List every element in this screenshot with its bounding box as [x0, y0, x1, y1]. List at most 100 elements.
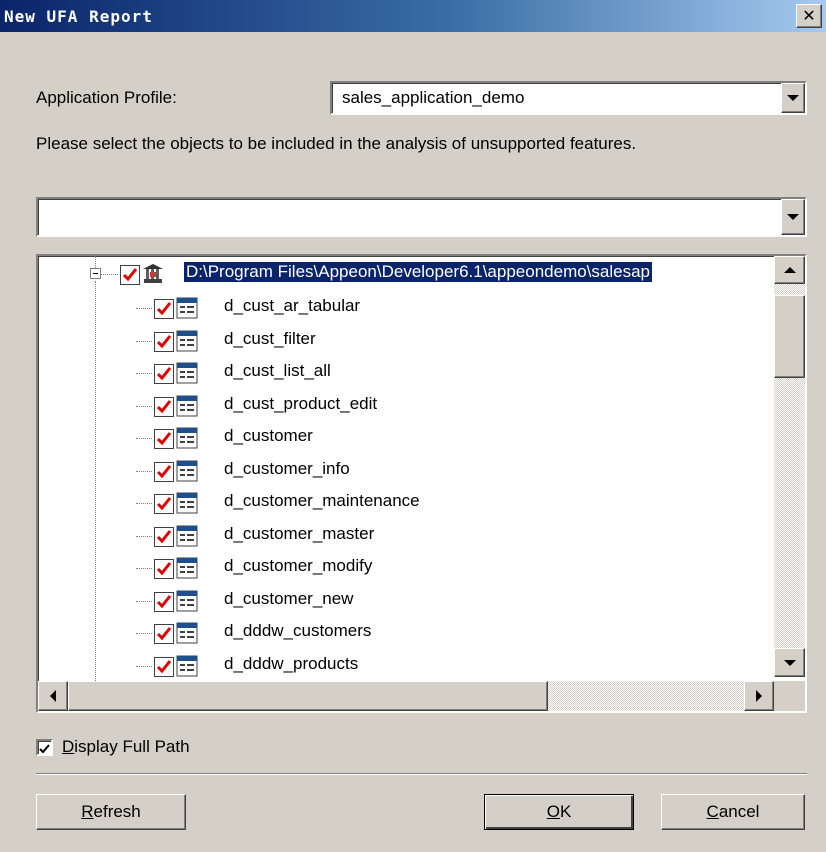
object-filter-combo[interactable]: [36, 197, 807, 237]
display-full-path-checkbox[interactable]: [36, 739, 53, 756]
application-profile-label: Application Profile:: [36, 88, 177, 107]
separator: [36, 773, 807, 775]
datawindow-icon: [176, 525, 198, 546]
item-checkbox[interactable]: [154, 429, 174, 449]
close-button[interactable]: ✕: [796, 4, 822, 28]
tree-item[interactable]: d_cust_filter: [38, 325, 778, 357]
application-profile-select[interactable]: sales_application_demo: [330, 81, 807, 115]
tree-line: [136, 503, 152, 504]
vertical-scrollbar[interactable]: [774, 256, 805, 677]
tree-item-label: d_dddw_customers: [224, 621, 372, 640]
tree-line: [136, 438, 152, 439]
scroll-left-button[interactable]: [38, 681, 68, 711]
title-bar[interactable]: New UFA Report ✕: [0, 0, 826, 32]
tree-item[interactable]: d_cust_list_all: [38, 357, 778, 389]
tree-item[interactable]: d_cust_product_edit: [38, 390, 778, 422]
tree-item-label: d_cust_filter: [224, 328, 316, 348]
object-tree[interactable]: D:\Program Files\Appeon\Developer6.1\app…: [36, 254, 807, 713]
item-checkbox[interactable]: [154, 591, 174, 612]
item-checkbox[interactable]: [154, 396, 174, 417]
vertical-scroll-thumb[interactable]: [774, 295, 805, 378]
item-checkbox[interactable]: [154, 331, 174, 352]
scroll-up-button[interactable]: [774, 256, 805, 284]
mnemonic: C: [706, 802, 719, 821]
tree-item[interactable]: d_dddw_products: [38, 650, 778, 682]
datawindow-icon: [176, 557, 198, 579]
tree-item-label: d_customer_info: [224, 458, 350, 478]
tree-line: [136, 535, 152, 537]
item-checkbox[interactable]: [154, 656, 174, 677]
tree-item[interactable]: d_customer: [38, 422, 778, 454]
tree-root-row[interactable]: D:\Program Files\Appeon\Developer6.1\app…: [38, 258, 778, 290]
tree-item[interactable]: d_customer_info: [38, 455, 778, 487]
item-checkbox[interactable]: [154, 461, 174, 482]
tree-line: [136, 373, 152, 374]
arrow-down-icon: [783, 659, 796, 666]
scroll-down-button[interactable]: [774, 648, 805, 677]
datawindow-icon: [176, 622, 198, 644]
tree-line: [136, 405, 152, 407]
button-label: K: [559, 802, 572, 821]
tree-line: [136, 600, 152, 602]
datawindow-icon: [176, 395, 198, 416]
mnemonic: O: [546, 802, 560, 821]
profile-dropdown-button[interactable]: [781, 83, 805, 113]
tree-item-label: d_cust_product_edit: [224, 393, 378, 413]
tree-item-label: d_cust_ar_tabular: [224, 296, 361, 315]
datawindow-icon: [176, 655, 198, 676]
item-checkbox[interactable]: [154, 559, 174, 579]
tree-item[interactable]: d_customer_new: [38, 585, 778, 617]
tree-item[interactable]: d_dddw_customers: [38, 617, 778, 649]
datawindow-icon: [176, 297, 198, 319]
tree-item-label: d_customer_maintenance: [224, 491, 420, 510]
label-text: isplay Full Path: [74, 737, 190, 756]
tree-item-label: d_customer_new: [224, 588, 354, 608]
tree-item-label: d_cust_list_all: [224, 361, 331, 380]
tree-item[interactable]: d_customer_master: [38, 520, 778, 552]
datawindow-icon: [176, 427, 198, 449]
tree-line: [136, 665, 152, 667]
mnemonic: D: [62, 737, 75, 756]
display-full-path-label[interactable]: Display Full Path: [62, 737, 190, 757]
tree-item[interactable]: d_customer_maintenance: [38, 487, 778, 519]
button-label: ancel: [718, 802, 760, 821]
tree-line: [136, 568, 152, 569]
filter-dropdown-button[interactable]: [781, 199, 805, 235]
mnemonic: R: [81, 802, 94, 821]
tree-line: [136, 340, 152, 342]
tree-item[interactable]: d_customer_modify: [38, 552, 778, 584]
arrow-left-icon: [50, 690, 56, 702]
close-icon: ✕: [802, 6, 816, 25]
tree-item-label: d_customer: [224, 426, 313, 445]
item-checkbox[interactable]: [154, 624, 174, 644]
horizontal-scroll-thumb[interactable]: [68, 681, 548, 711]
tree-line: [136, 308, 152, 309]
datawindow-icon: [176, 460, 198, 481]
horizontal-scrollbar[interactable]: [38, 681, 774, 711]
item-checkbox[interactable]: [154, 494, 174, 514]
tree-item-label: d_customer_modify: [224, 556, 373, 575]
ok-button[interactable]: OK: [484, 794, 634, 830]
scrollbar-corner: [774, 681, 805, 711]
instruction-text: Please select the objects to be included…: [36, 134, 637, 153]
window-title: New UFA Report: [4, 7, 153, 26]
item-checkbox[interactable]: [154, 526, 174, 547]
tree-item-label: d_dddw_products: [224, 653, 359, 673]
item-checkbox[interactable]: [154, 299, 174, 319]
root-checkbox[interactable]: [120, 265, 140, 285]
refresh-button[interactable]: Refresh: [36, 794, 186, 830]
cancel-button[interactable]: Cancel: [661, 794, 805, 830]
item-checkbox[interactable]: [154, 364, 174, 384]
application-profile-value: sales_application_demo: [342, 88, 525, 107]
datawindow-icon: [176, 362, 198, 384]
tree-item[interactable]: d_cust_ar_tabular: [38, 292, 778, 324]
arrow-up-icon: [783, 267, 796, 273]
tree-root-label: D:\Program Files\Appeon\Developer6.1\app…: [184, 262, 652, 282]
datawindow-icon: [176, 590, 198, 611]
scroll-right-button[interactable]: [744, 681, 774, 711]
datawindow-icon: [176, 492, 198, 514]
arrow-right-icon: [756, 690, 762, 702]
tree-item-label: d_customer_master: [224, 523, 375, 543]
library-icon: [143, 264, 163, 283]
new-ufa-report-dialog: New UFA Report ✕ Application Profile: sa…: [0, 0, 826, 852]
